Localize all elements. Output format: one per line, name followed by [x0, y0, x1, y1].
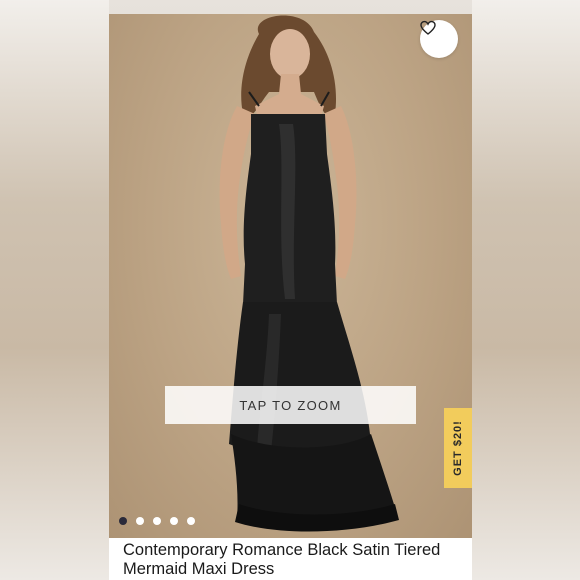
- product-title: Contemporary Romance Black Satin Tiered …: [123, 541, 441, 578]
- carousel-dot-2[interactable]: [136, 517, 144, 525]
- carousel-dot-5[interactable]: [187, 517, 195, 525]
- carousel-dots: [119, 517, 195, 525]
- blurred-background-left: [0, 0, 109, 580]
- promo-label: GET $20!: [452, 420, 464, 476]
- tap-to-zoom-label: TAP TO ZOOM: [239, 397, 342, 413]
- dress-model-illustration: [219, 15, 399, 532]
- product-card: TAP TO ZOOM GET $20! Contemporary Romanc…: [109, 14, 472, 580]
- tap-to-zoom-button[interactable]: TAP TO ZOOM: [165, 386, 416, 424]
- heart-icon: [420, 20, 436, 35]
- carousel-dot-1[interactable]: [119, 517, 127, 525]
- product-image[interactable]: TAP TO ZOOM GET $20!: [109, 14, 472, 538]
- blurred-background-right: [472, 0, 580, 580]
- carousel-dot-3[interactable]: [153, 517, 161, 525]
- promo-tab[interactable]: GET $20!: [444, 408, 472, 488]
- favorite-button[interactable]: [420, 20, 458, 58]
- carousel-dot-4[interactable]: [170, 517, 178, 525]
